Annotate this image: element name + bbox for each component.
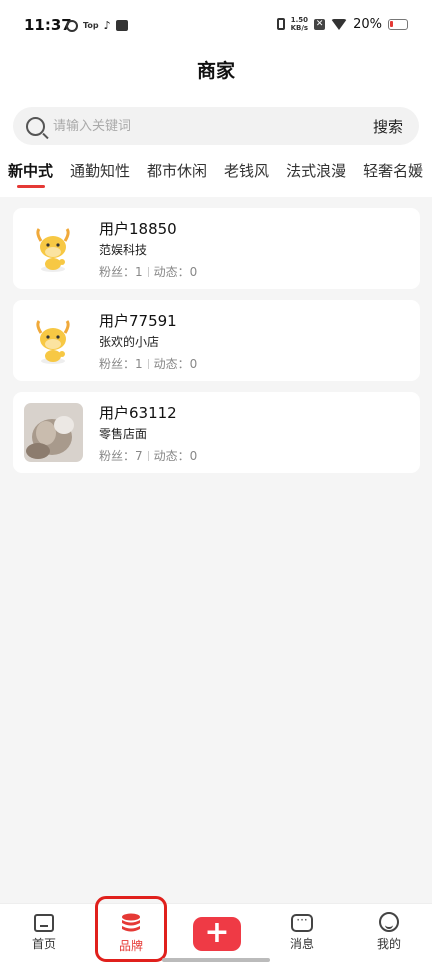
- network-speed: 1.50 KB/s: [291, 16, 308, 32]
- nav-me-label: 我的: [376, 937, 401, 951]
- page-title: 商家: [196, 60, 235, 82]
- nav-me[interactable]: 我的: [359, 912, 419, 952]
- tab-xinzhongshi[interactable]: 新中式: [8, 160, 53, 192]
- merchant-name: 用户77591: [99, 312, 177, 330]
- search-input[interactable]: [53, 107, 353, 145]
- stat-divider: [147, 266, 149, 277]
- merchant-card[interactable]: 用户18850 范娱科技 粉丝： 1 动态： 0: [13, 208, 420, 289]
- vibrate-icon: [276, 18, 285, 30]
- home-indicator[interactable]: [162, 958, 270, 962]
- search-icon: [26, 117, 45, 136]
- tab-qingshe-mingyuan[interactable]: 轻奢名媛: [363, 160, 423, 192]
- fans-label: 粉丝：: [99, 265, 136, 279]
- status-bar: 11:37 Top ♪ 1.50 KB/s ✕ 20%: [0, 0, 432, 52]
- bottom-nav: 首页 品牌 + ··· 消息 我的: [0, 903, 432, 965]
- ox-mascot-icon: [24, 219, 83, 278]
- app-notification-icon: [66, 19, 78, 32]
- merchant-name: 用户63112: [99, 404, 177, 422]
- fans-count: 1: [135, 356, 143, 371]
- wifi-icon: [331, 18, 348, 30]
- merchant-shop: 张欢的小店: [99, 335, 160, 349]
- nav-messages-label: 消息: [289, 937, 314, 951]
- stat-divider: [147, 450, 149, 461]
- ox-mascot-icon: [24, 311, 83, 370]
- profile-icon: [379, 912, 399, 932]
- dynamic-label: 动态：: [153, 449, 190, 463]
- search-bar[interactable]: 搜索: [13, 107, 419, 145]
- battery-fill: [390, 20, 393, 27]
- nav-home[interactable]: 首页: [14, 912, 74, 952]
- dynamic-label: 动态：: [153, 357, 190, 371]
- stat-divider: [147, 358, 149, 369]
- merchant-card[interactable]: 用户77591 张欢的小店 粉丝： 1 动态： 0: [13, 300, 420, 381]
- network-speed-value: 1.50: [290, 16, 308, 24]
- network-speed-unit: KB/s: [290, 24, 309, 32]
- dynamic-count: 0: [189, 448, 198, 463]
- battery-icon: [388, 18, 408, 30]
- tab-tongqin-zhixing[interactable]: 通勤知性: [70, 160, 130, 192]
- status-time: 11:37: [24, 16, 72, 34]
- battery-percent: 20%: [353, 16, 382, 32]
- search-button[interactable]: 搜索: [373, 116, 403, 137]
- tiktok-icon: ♪: [103, 19, 111, 32]
- merchant-stats: 粉丝： 1 动态： 0: [99, 263, 197, 280]
- merchant-shop: 零售店面: [99, 427, 148, 441]
- tab-laoqianfeng[interactable]: 老钱风: [224, 160, 269, 192]
- sim-off-icon: ✕: [314, 18, 326, 30]
- tab-fashi-langman[interactable]: 法式浪漫: [286, 160, 346, 192]
- fans-label: 粉丝：: [99, 357, 136, 371]
- message-icon: ···: [291, 914, 313, 932]
- fans-count: 7: [135, 448, 143, 463]
- fans-count: 1: [135, 264, 143, 279]
- nav-messages[interactable]: ··· 消息: [272, 912, 332, 952]
- nav-home-label: 首页: [31, 937, 56, 951]
- photo-avatar: [24, 403, 83, 462]
- status-notification-icons: Top ♪: [66, 19, 128, 32]
- merchant-stats: 粉丝： 7 动态： 0: [99, 447, 197, 464]
- dynamic-count: 0: [189, 356, 198, 371]
- merchant-stats: 粉丝： 1 动态： 0: [99, 355, 197, 372]
- merchant-card[interactable]: 用户63112 零售店面 粉丝： 7 动态： 0: [13, 392, 420, 473]
- dynamic-label: 动态：: [153, 265, 190, 279]
- fans-label: 粉丝：: [99, 449, 136, 463]
- merchant-shop: 范娱科技: [99, 243, 148, 257]
- dynamic-count: 0: [189, 264, 198, 279]
- publish-button[interactable]: +: [193, 917, 241, 951]
- status-system-icons: 1.50 KB/s ✕ 20%: [276, 16, 408, 32]
- tab-dushi-xiuxian[interactable]: 都市休闲: [147, 160, 207, 192]
- brand-highlight-box: [95, 896, 167, 962]
- category-tabs: 新中式 通勤知性 都市休闲 老钱风 法式浪漫 轻奢名媛: [8, 160, 423, 192]
- merchant-name: 用户18850: [99, 220, 177, 238]
- top-badge: Top: [83, 21, 99, 30]
- home-icon: [34, 914, 54, 932]
- message-notification-icon: [115, 20, 128, 31]
